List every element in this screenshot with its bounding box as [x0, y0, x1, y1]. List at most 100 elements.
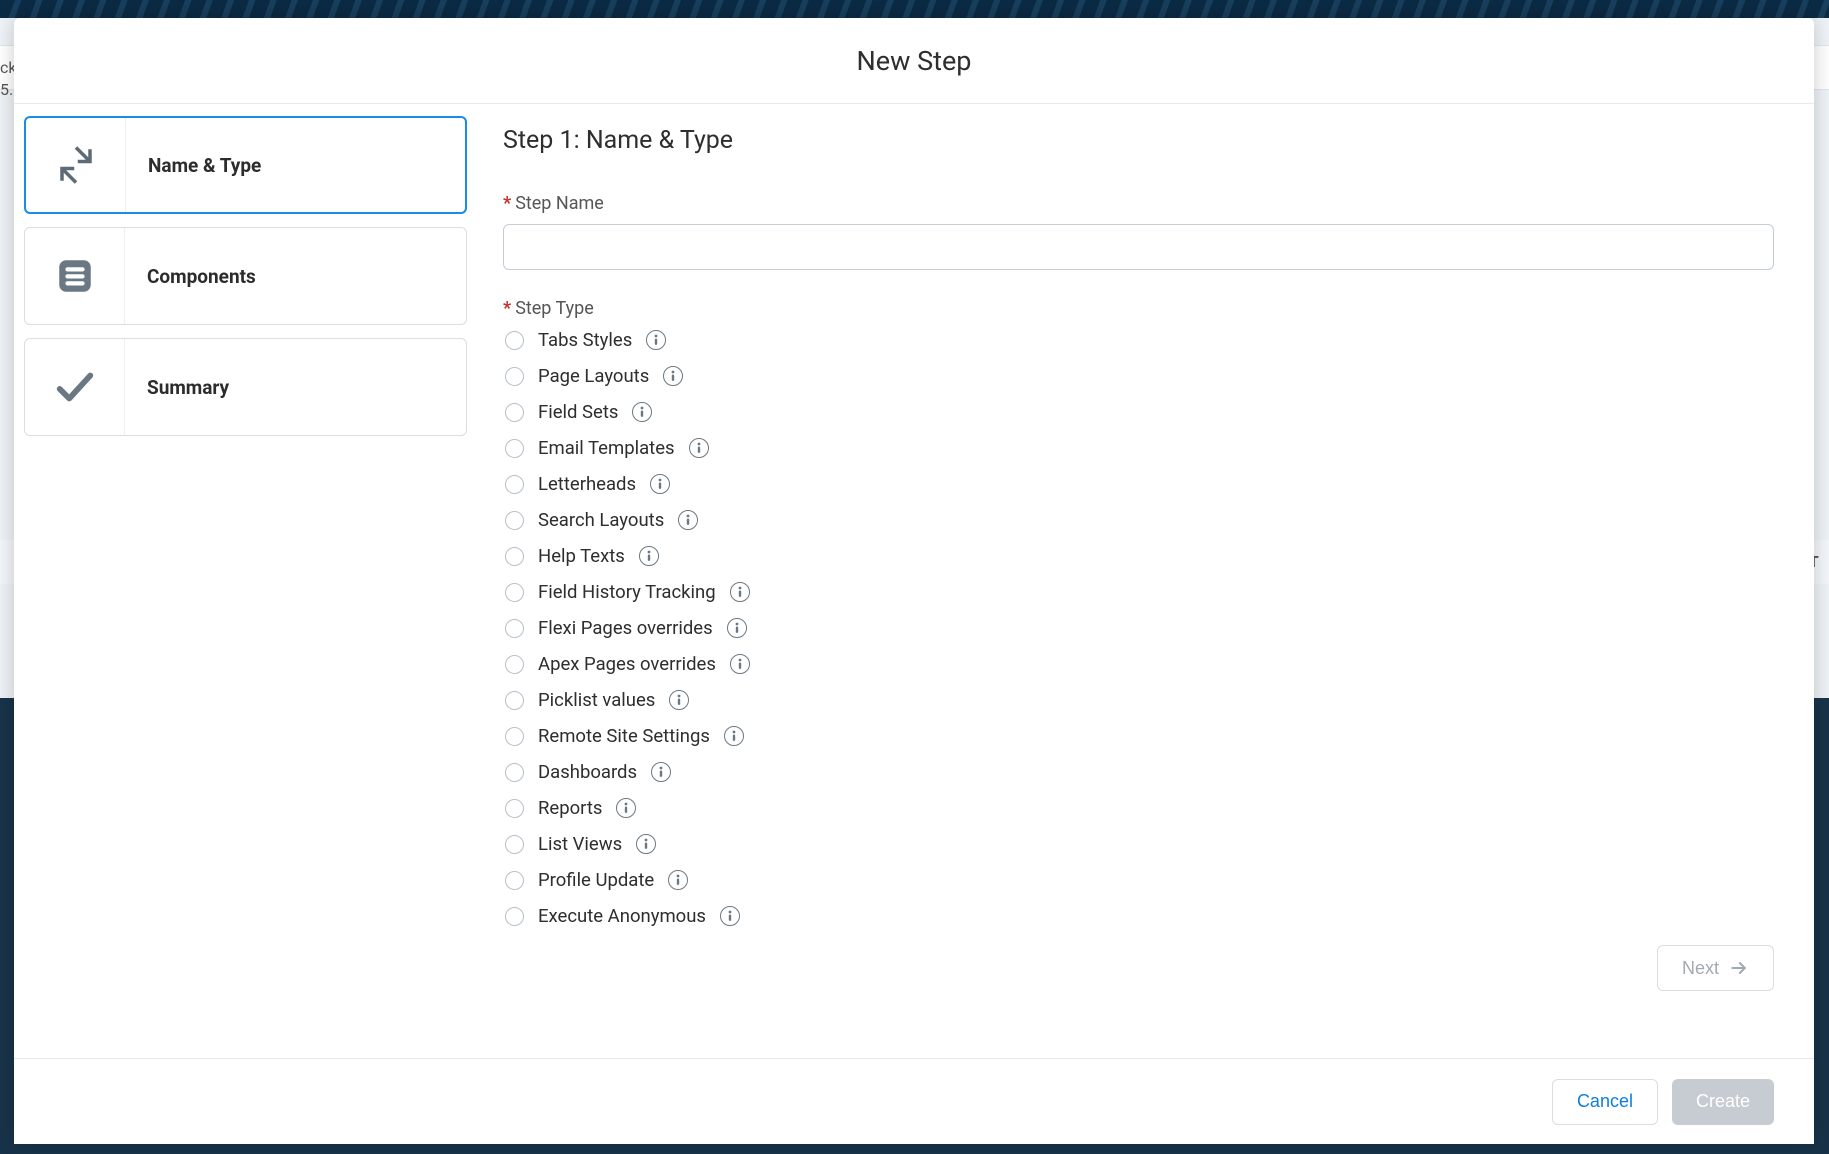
step-type-option[interactable]: Profile Update — [505, 869, 1774, 891]
radio-input[interactable] — [505, 619, 524, 638]
info-icon[interactable] — [616, 798, 636, 818]
radio-input[interactable] — [505, 835, 524, 854]
info-icon[interactable] — [650, 474, 670, 494]
create-button[interactable]: Create — [1672, 1079, 1774, 1125]
radio-input[interactable] — [505, 583, 524, 602]
step-type-option-label: Page Layouts — [538, 365, 649, 387]
modal-footer: Cancel Create — [14, 1058, 1814, 1144]
step-type-option-label: Picklist values — [538, 689, 655, 711]
step-type-option[interactable]: Execute Anonymous — [505, 905, 1774, 927]
wizard-step-label: Name & Type — [126, 154, 261, 177]
app-header-stripe — [0, 0, 1829, 18]
radio-input[interactable] — [505, 403, 524, 422]
new-step-modal: New Step Name & Type — [14, 18, 1814, 1144]
info-icon[interactable] — [651, 762, 671, 782]
step-type-option-label: List Views — [538, 833, 622, 855]
info-icon[interactable] — [668, 870, 688, 890]
info-icon[interactable] — [689, 438, 709, 458]
next-row: Next — [503, 927, 1774, 1007]
step-type-option[interactable]: Remote Site Settings — [505, 725, 1774, 747]
next-button-label: Next — [1682, 958, 1719, 979]
radio-input[interactable] — [505, 763, 524, 782]
collapse-arrows-icon — [26, 118, 126, 212]
wizard-step-components[interactable]: Components — [24, 227, 467, 325]
step-type-option[interactable]: Page Layouts — [505, 365, 1774, 387]
info-icon[interactable] — [636, 834, 656, 854]
info-icon[interactable] — [730, 582, 750, 602]
step-type-option[interactable]: Picklist values — [505, 689, 1774, 711]
radio-input[interactable] — [505, 871, 524, 890]
step-type-option-label: Flexi Pages overrides — [538, 617, 713, 639]
modal-main: Step 1: Name & Type * Step Name * Step T… — [481, 104, 1814, 1058]
step-type-option-label: Dashboards — [538, 761, 637, 783]
step-type-option-label: Profile Update — [538, 869, 654, 891]
step-type-option-label: Apex Pages overrides — [538, 653, 716, 675]
wizard-step-label: Summary — [125, 376, 229, 399]
radio-input[interactable] — [505, 331, 524, 350]
radio-input[interactable] — [505, 907, 524, 926]
info-icon[interactable] — [632, 402, 652, 422]
radio-input[interactable] — [505, 655, 524, 674]
wizard-step-summary[interactable]: Summary — [24, 338, 467, 436]
arrow-right-icon — [1729, 958, 1749, 978]
wizard-step-name-and-type[interactable]: Name & Type — [24, 116, 467, 214]
radio-input[interactable] — [505, 547, 524, 566]
radio-input[interactable] — [505, 367, 524, 386]
step-type-option[interactable]: Help Texts — [505, 545, 1774, 567]
modal-title: New Step — [857, 45, 972, 77]
radio-input[interactable] — [505, 799, 524, 818]
radio-input[interactable] — [505, 475, 524, 494]
step-type-option-label: Field History Tracking — [538, 581, 716, 603]
step-type-option-label: Execute Anonymous — [538, 905, 706, 927]
step-type-option[interactable]: List Views — [505, 833, 1774, 855]
modal-body: Name & Type Components — [14, 104, 1814, 1058]
step-type-option-label: Tabs Styles — [538, 329, 632, 351]
step-type-radio-list: Tabs Styles Page Layouts Field Sets Email T… — [505, 329, 1774, 927]
step-type-option-label: Letterheads — [538, 473, 636, 495]
info-icon[interactable] — [663, 366, 683, 386]
step-type-option-label: Email Templates — [538, 437, 675, 459]
info-icon[interactable] — [678, 510, 698, 530]
step-heading: Step 1: Name & Type — [503, 126, 1774, 155]
check-icon — [25, 339, 125, 435]
info-icon[interactable] — [669, 690, 689, 710]
next-button[interactable]: Next — [1657, 945, 1774, 991]
step-type-option[interactable]: Field Sets — [505, 401, 1774, 423]
info-icon[interactable] — [720, 906, 740, 926]
radio-input[interactable] — [505, 511, 524, 530]
step-type-option[interactable]: Apex Pages overrides — [505, 653, 1774, 675]
required-marker: * — [503, 298, 511, 319]
info-icon[interactable] — [727, 618, 747, 638]
modal-header: New Step — [14, 18, 1814, 104]
radio-input[interactable] — [505, 439, 524, 458]
step-type-option-label: Remote Site Settings — [538, 725, 710, 747]
step-type-option-label: Search Layouts — [538, 509, 664, 531]
create-button-label: Create — [1696, 1091, 1750, 1112]
wizard-nav: Name & Type Components — [14, 104, 481, 1058]
required-marker: * — [503, 193, 511, 214]
step-name-input[interactable] — [503, 224, 1774, 270]
cancel-button-label: Cancel — [1577, 1091, 1633, 1112]
step-type-option-label: Field Sets — [538, 401, 618, 423]
step-type-option[interactable]: Field History Tracking — [505, 581, 1774, 603]
step-type-label: * Step Type — [503, 298, 1774, 319]
step-type-option[interactable]: Letterheads — [505, 473, 1774, 495]
step-type-option[interactable]: Flexi Pages overrides — [505, 617, 1774, 639]
info-icon[interactable] — [724, 726, 744, 746]
step-type-option-label: Reports — [538, 797, 602, 819]
step-type-option[interactable]: Search Layouts — [505, 509, 1774, 531]
step-type-option[interactable]: Dashboards — [505, 761, 1774, 783]
step-name-label: * Step Name — [503, 193, 1774, 214]
info-icon[interactable] — [646, 330, 666, 350]
step-name-label-text: Step Name — [515, 193, 604, 214]
step-type-label-text: Step Type — [515, 298, 594, 319]
step-type-option[interactable]: Reports — [505, 797, 1774, 819]
info-icon[interactable] — [730, 654, 750, 674]
cancel-button[interactable]: Cancel — [1552, 1079, 1658, 1125]
radio-input[interactable] — [505, 691, 524, 710]
wizard-step-label: Components — [125, 265, 256, 288]
info-icon[interactable] — [639, 546, 659, 566]
step-type-option[interactable]: Tabs Styles — [505, 329, 1774, 351]
radio-input[interactable] — [505, 727, 524, 746]
step-type-option[interactable]: Email Templates — [505, 437, 1774, 459]
